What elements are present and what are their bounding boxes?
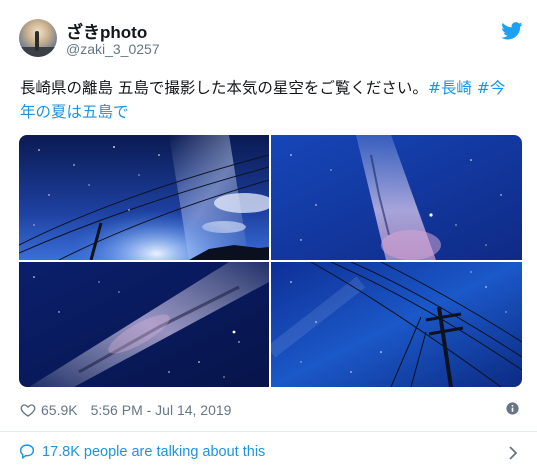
author-handle[interactable]: @zaki_3_0257 xyxy=(66,41,160,57)
photo-2[interactable] xyxy=(271,135,522,260)
author-display-name[interactable]: ざきphoto xyxy=(66,18,147,43)
tweet-body: 長崎県の離島 五島で撮影した本気の星空をご覧ください。 xyxy=(20,79,428,97)
talking-text: 17.8K people are talking about this xyxy=(42,443,266,460)
chat-bubble-icon xyxy=(19,444,35,460)
tweet-meta: 65.9K 5:56 PM - Jul 14, 2019 xyxy=(20,400,231,420)
twitter-bird-icon[interactable] xyxy=(501,22,523,40)
media-grid xyxy=(19,135,522,387)
hashtag-nagasaki[interactable]: #長崎 xyxy=(428,79,472,97)
talking-link[interactable]: 17.8K people are talking about this xyxy=(18,443,265,460)
photo-4[interactable] xyxy=(271,262,522,387)
tweet-text: 長崎県の離島 五島で撮影した本気の星空をご覧ください。#長崎 #今年の夏は五島で xyxy=(20,76,520,124)
divider xyxy=(0,431,537,432)
timestamp[interactable]: 5:56 PM - Jul 14, 2019 xyxy=(91,402,232,418)
heart-icon[interactable] xyxy=(20,402,36,418)
like-count[interactable]: 65.9K xyxy=(41,402,78,418)
info-icon[interactable] xyxy=(506,402,519,415)
tweet-card: ざきphoto @zaki_3_0257 長崎県の離島 五島で撮影した本気の星空… xyxy=(0,0,537,468)
avatar[interactable] xyxy=(19,19,57,57)
photo-3[interactable] xyxy=(19,262,269,387)
chevron-right-icon[interactable] xyxy=(508,446,518,460)
photo-1[interactable] xyxy=(19,135,269,260)
